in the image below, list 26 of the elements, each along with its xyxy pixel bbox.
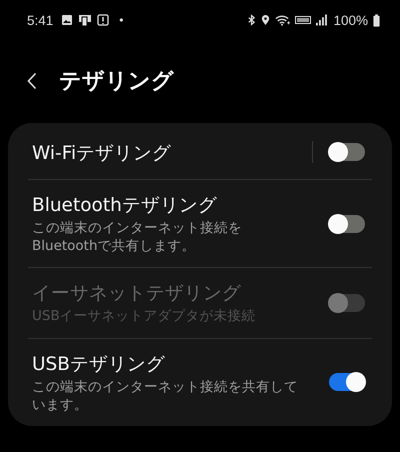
notification-dot: •	[119, 13, 124, 27]
setting-description: USBイーサネットアダプタが未接続	[32, 307, 257, 326]
clock-time: 5:41	[27, 12, 54, 28]
location-icon	[261, 14, 270, 26]
toggle-switch[interactable]	[329, 143, 365, 161]
setting-title: Wi-Fiテザリング	[32, 142, 172, 164]
toggle-switch[interactable]	[329, 214, 365, 233]
setting-description: この端末のインターネット接続を共有しています。	[32, 378, 299, 414]
setting-row[interactable]: Bluetoothテザリング この端末のインターネット接続を Bluetoothで共有します。	[32, 180, 368, 268]
setting-title: Bluetoothテザリング	[32, 194, 218, 217]
image-icon	[61, 14, 74, 26]
page-title: テザリング	[59, 68, 174, 96]
battery-percent: 100%	[333, 12, 368, 28]
setting-title: イーサネットテザリング	[32, 282, 242, 306]
device-icon	[78, 14, 92, 26]
bluetooth-icon	[247, 14, 256, 26]
wifi-icon	[275, 14, 290, 26]
setting-row[interactable]: Wi-Fiテザリング	[32, 123, 368, 179]
alert-icon	[97, 14, 110, 26]
setting-description: この端末のインターネット接続を Bluetoothで共有します。	[32, 219, 243, 256]
signal-icon	[316, 14, 328, 26]
setting-row[interactable]: USBテザリング この端末のインターネット接続を共有しています。	[32, 338, 368, 426]
back-icon[interactable]	[27, 72, 37, 90]
toggle-switch[interactable]	[329, 373, 365, 392]
battery-icon	[373, 14, 380, 26]
setting-title: USBテザリング	[32, 352, 166, 376]
